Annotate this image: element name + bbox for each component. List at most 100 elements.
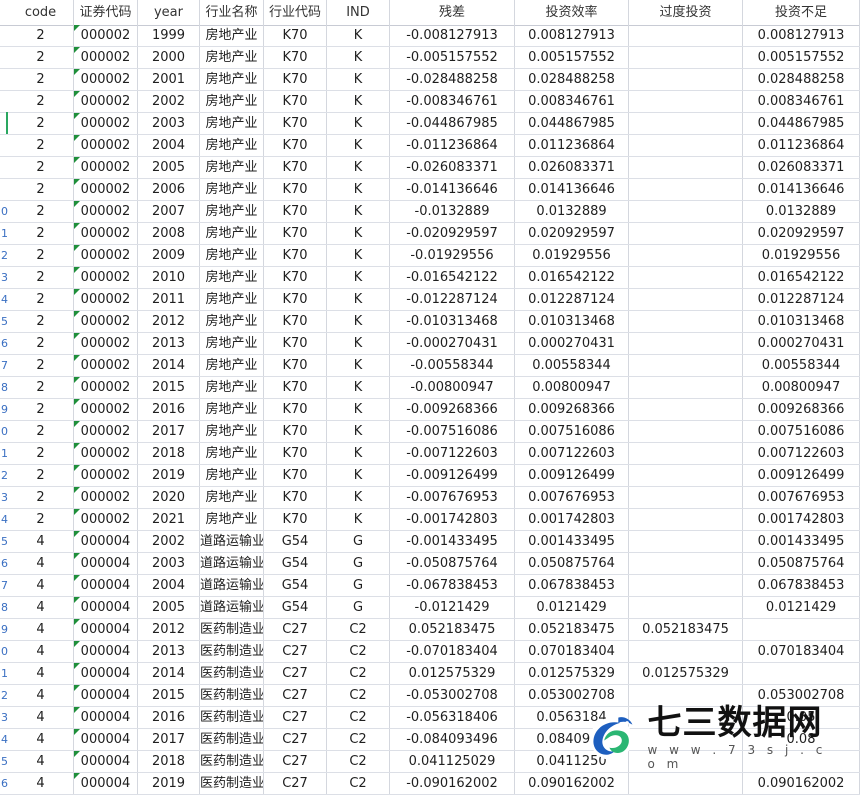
table-cell[interactable]: 000004 xyxy=(74,729,138,750)
table-cell[interactable]: -0.070183404 xyxy=(390,641,515,662)
table-cell[interactable]: C27 xyxy=(264,685,327,706)
table-cell[interactable]: 房地产业 xyxy=(200,399,264,420)
table-cell[interactable]: K xyxy=(327,113,390,134)
column-header[interactable]: 证券代码 xyxy=(74,0,138,25)
table-cell[interactable]: 医药制造业 xyxy=(200,685,264,706)
table-cell[interactable]: G54 xyxy=(264,531,327,552)
table-cell[interactable]: 4 xyxy=(8,685,74,706)
table-cell[interactable]: 2019 xyxy=(138,773,200,794)
table-cell[interactable]: 0.067838453 xyxy=(515,575,629,596)
row-number[interactable]: 5 xyxy=(0,751,8,772)
table-cell[interactable]: 0.001433495 xyxy=(743,531,860,552)
table-cell[interactable]: 2 xyxy=(8,311,74,332)
table-cell[interactable]: 2012 xyxy=(138,311,200,332)
table-cell[interactable]: K xyxy=(327,487,390,508)
table-cell[interactable]: 4 xyxy=(8,641,74,662)
table-cell[interactable]: -0.026083371 xyxy=(390,157,515,178)
table-cell[interactable]: 000004 xyxy=(74,663,138,684)
table-cell[interactable]: 0.016542122 xyxy=(515,267,629,288)
table-cell[interactable]: K70 xyxy=(264,179,327,200)
table-cell[interactable]: 2013 xyxy=(138,333,200,354)
table-cell[interactable]: 000002 xyxy=(74,487,138,508)
table-cell[interactable]: 房地产业 xyxy=(200,223,264,244)
table-cell[interactable]: 0.00558344 xyxy=(515,355,629,376)
table-cell[interactable]: 0.011236864 xyxy=(515,135,629,156)
table-cell[interactable]: 0.070183404 xyxy=(515,641,629,662)
table-cell[interactable]: 000002 xyxy=(74,355,138,376)
table-cell[interactable]: C2 xyxy=(327,751,390,772)
table-cell[interactable]: 2 xyxy=(8,135,74,156)
column-header[interactable]: year xyxy=(138,0,200,25)
table-cell[interactable]: 房地产业 xyxy=(200,47,264,68)
table-cell[interactable]: C27 xyxy=(264,707,327,728)
table-cell[interactable]: -0.016542122 xyxy=(390,267,515,288)
table-cell[interactable]: K xyxy=(327,201,390,222)
table-cell[interactable] xyxy=(743,619,860,640)
table-cell[interactable]: 0.0132889 xyxy=(515,201,629,222)
table-cell[interactable]: 000002 xyxy=(74,377,138,398)
table-cell[interactable]: 0.012287124 xyxy=(743,289,860,310)
table-cell[interactable]: C27 xyxy=(264,663,327,684)
table-cell[interactable]: K xyxy=(327,355,390,376)
table-cell[interactable]: K70 xyxy=(264,69,327,90)
table-cell[interactable] xyxy=(629,179,743,200)
table-cell[interactable]: 0.028488258 xyxy=(515,69,629,90)
table-cell[interactable]: -0.056318406 xyxy=(390,707,515,728)
table-cell[interactable]: 2 xyxy=(8,289,74,310)
column-header[interactable]: 投资效率 xyxy=(515,0,629,25)
table-cell[interactable]: 000002 xyxy=(74,135,138,156)
table-cell[interactable]: K70 xyxy=(264,377,327,398)
table-cell[interactable]: 2006 xyxy=(138,179,200,200)
table-cell[interactable]: -0.001433495 xyxy=(390,531,515,552)
table-cell[interactable]: 2004 xyxy=(138,135,200,156)
table-cell[interactable]: 0.009126499 xyxy=(743,465,860,486)
table-cell[interactable]: 房地产业 xyxy=(200,91,264,112)
table-cell[interactable]: 2002 xyxy=(138,91,200,112)
table-cell[interactable] xyxy=(629,267,743,288)
table-cell[interactable]: K xyxy=(327,509,390,530)
table-cell[interactable] xyxy=(629,773,743,794)
table-cell[interactable]: C2 xyxy=(327,619,390,640)
table-cell[interactable]: 2 xyxy=(8,421,74,442)
table-cell[interactable]: -0.008346761 xyxy=(390,91,515,112)
table-cell[interactable]: -0.010313468 xyxy=(390,311,515,332)
table-cell[interactable]: 000002 xyxy=(74,289,138,310)
table-cell[interactable]: 2003 xyxy=(138,553,200,574)
table-cell[interactable]: 0.007122603 xyxy=(515,443,629,464)
table-cell[interactable]: G54 xyxy=(264,553,327,574)
table-cell[interactable] xyxy=(629,25,743,46)
table-cell[interactable]: -0.0132889 xyxy=(390,201,515,222)
table-cell[interactable]: 2 xyxy=(8,69,74,90)
table-cell[interactable]: -0.005157552 xyxy=(390,47,515,68)
table-cell[interactable]: 000002 xyxy=(74,443,138,464)
table-cell[interactable]: 2002 xyxy=(138,531,200,552)
table-cell[interactable]: -0.007676953 xyxy=(390,487,515,508)
table-cell[interactable]: -0.084093496 xyxy=(390,729,515,750)
table-cell[interactable]: 0.020929597 xyxy=(515,223,629,244)
table-cell[interactable]: 房地产业 xyxy=(200,289,264,310)
table-cell[interactable]: 2017 xyxy=(138,729,200,750)
table-cell[interactable]: 4 xyxy=(8,619,74,640)
table-cell[interactable] xyxy=(629,531,743,552)
row-number[interactable]: 5 xyxy=(0,311,8,332)
table-cell[interactable]: -0.0121429 xyxy=(390,597,515,618)
table-cell[interactable]: K70 xyxy=(264,509,327,530)
table-cell[interactable]: 道路运输业 xyxy=(200,597,264,618)
row-number[interactable] xyxy=(0,179,8,200)
table-cell[interactable]: C2 xyxy=(327,729,390,750)
table-cell[interactable]: 4 xyxy=(8,751,74,772)
table-cell[interactable]: 0.001433495 xyxy=(515,531,629,552)
table-cell[interactable] xyxy=(629,223,743,244)
row-number[interactable]: 0 xyxy=(0,641,8,662)
table-cell[interactable]: 0.090162002 xyxy=(515,773,629,794)
table-cell[interactable]: 000002 xyxy=(74,113,138,134)
table-cell[interactable]: 000002 xyxy=(74,223,138,244)
table-cell[interactable]: 房地产业 xyxy=(200,245,264,266)
table-cell[interactable]: 000002 xyxy=(74,25,138,46)
table-cell[interactable] xyxy=(629,641,743,662)
row-number[interactable] xyxy=(0,157,8,178)
column-header[interactable]: 残差 xyxy=(390,0,515,25)
table-cell[interactable]: C27 xyxy=(264,729,327,750)
table-cell[interactable]: 房地产业 xyxy=(200,509,264,530)
table-cell[interactable]: 000004 xyxy=(74,751,138,772)
